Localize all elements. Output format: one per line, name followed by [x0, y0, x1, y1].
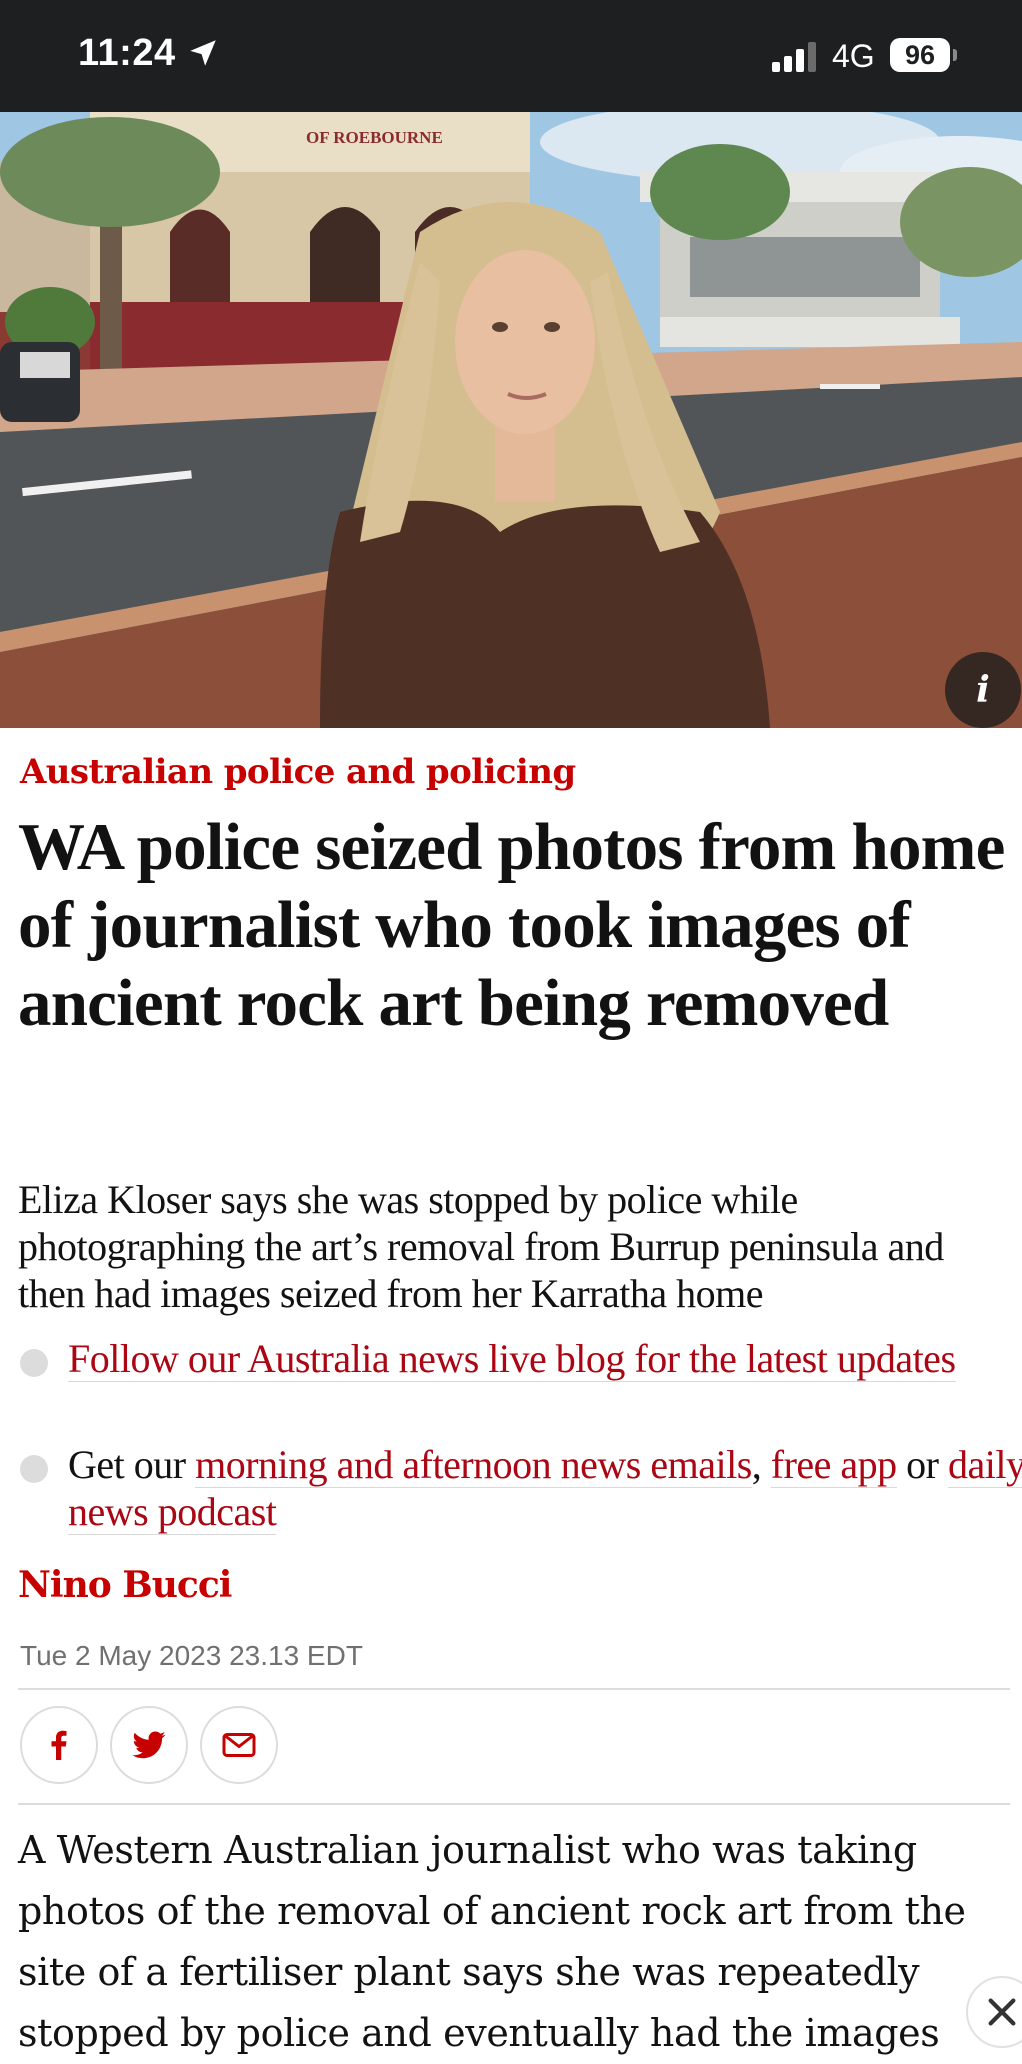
article-headline: WA police seized photos from home of jou… [18, 810, 1005, 1040]
divider [18, 1688, 1010, 1690]
network-type: 4G [832, 38, 875, 74]
battery-level: 96 [890, 38, 950, 72]
twitter-icon [132, 1731, 166, 1759]
hero-photo: OF ROEBOURNE [0, 112, 1022, 728]
live-blog-link[interactable]: Follow our Australia news live blog for … [68, 1336, 956, 1382]
location-arrow-icon [190, 40, 216, 66]
bullet-text: Get our morning and afternoon news email… [68, 1441, 1022, 1535]
close-icon [988, 1998, 1016, 2026]
email-icon [222, 1733, 256, 1757]
free-app-link[interactable]: free app [770, 1442, 897, 1488]
hero-photo-illustration: OF ROEBOURNE [0, 112, 1022, 728]
share-twitter-button[interactable] [110, 1706, 188, 1784]
status-bar: 11:24 4G 96 [0, 0, 1022, 112]
news-emails-link[interactable]: morning and afternoon news emails [195, 1442, 752, 1488]
bullet-or: or [896, 1442, 948, 1487]
hero-sign-text: OF ROEBOURNE [306, 128, 443, 147]
image-info-button[interactable]: i [945, 652, 1021, 728]
cellular-signal-icon [772, 42, 816, 72]
divider [18, 1803, 1010, 1805]
share-email-button[interactable] [200, 1706, 278, 1784]
battery-icon [953, 49, 957, 61]
section-kicker[interactable]: Australian police and policing [20, 752, 576, 792]
status-time: 11:24 [78, 32, 176, 74]
share-facebook-button[interactable] [20, 1706, 98, 1784]
facebook-icon [51, 1730, 67, 1760]
bullet-prefix: Get our [68, 1442, 196, 1487]
publish-date: Tue 2 May 2023 23.13 EDT [20, 1640, 363, 1671]
article-body-paragraph: A Western Australian journalist who was … [18, 1828, 966, 2055]
author-byline[interactable]: Nino Bucci [18, 1564, 232, 1606]
bullet-dot-icon [20, 1349, 48, 1377]
bullet-dot-icon [20, 1455, 48, 1483]
article-standfirst: Eliza Kloser says she was stopped by pol… [18, 1177, 944, 1316]
bullet-text: Follow our Australia news live blog for … [68, 1335, 1022, 1382]
bullet-separator: , [751, 1442, 771, 1487]
